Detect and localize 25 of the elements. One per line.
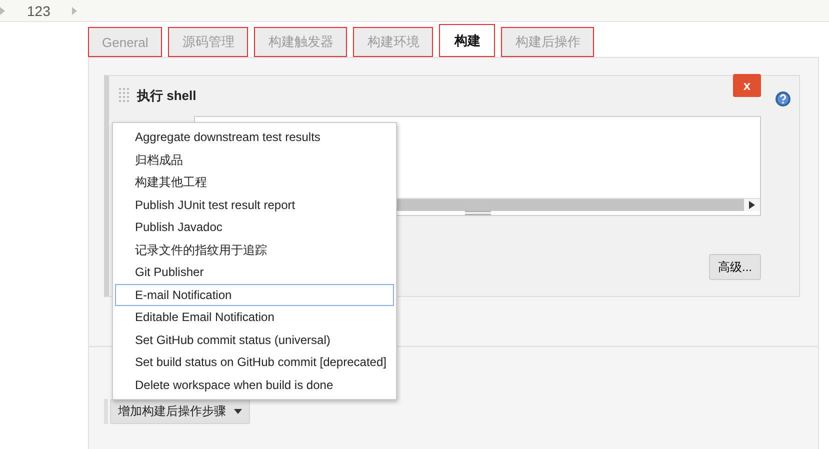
menu-item[interactable]: Delete workspace when build is done (115, 374, 394, 396)
delete-button[interactable]: x (733, 74, 761, 97)
step-title: 执行 shell (137, 87, 196, 105)
menu-item[interactable]: 记录文件的指纹用于追踪 (115, 238, 394, 261)
menu-item[interactable]: Publish JUnit test result report (115, 194, 394, 216)
add-post-build-step-button[interactable]: 增加构建后操作步骤 (110, 399, 250, 424)
advanced-button[interactable]: 高级... (708, 254, 761, 280)
menu-item[interactable]: Publish Javadoc (115, 216, 394, 238)
menu-item[interactable]: 归档成品 (115, 148, 394, 171)
chevron-icon[interactable] (72, 6, 78, 14)
chevron-icon[interactable] (0, 6, 5, 14)
menu-item[interactable]: Git Publisher (115, 261, 394, 284)
menu-item[interactable]: Aggregate downstream test results (115, 126, 394, 148)
menu-item[interactable]: E-mail Notification (115, 284, 394, 306)
menu-item[interactable]: Set build status on GitHub commit [deprecated] (115, 351, 394, 374)
menu-item[interactable]: Set GitHub commit status (universal) (115, 328, 394, 351)
resize-handle[interactable] (464, 211, 490, 215)
tab[interactable]: 构建 (439, 24, 496, 57)
help-icon[interactable] (775, 91, 791, 107)
scroll-right-icon[interactable] (744, 199, 760, 211)
drag-handle-icon[interactable] (119, 88, 129, 104)
menu-item[interactable]: 构建其他工程 (115, 171, 394, 194)
breadcrumb-link[interactable]: 123 (27, 2, 50, 18)
caret-icon (234, 409, 242, 414)
menu-item[interactable]: Editable Email Notification (115, 306, 394, 328)
